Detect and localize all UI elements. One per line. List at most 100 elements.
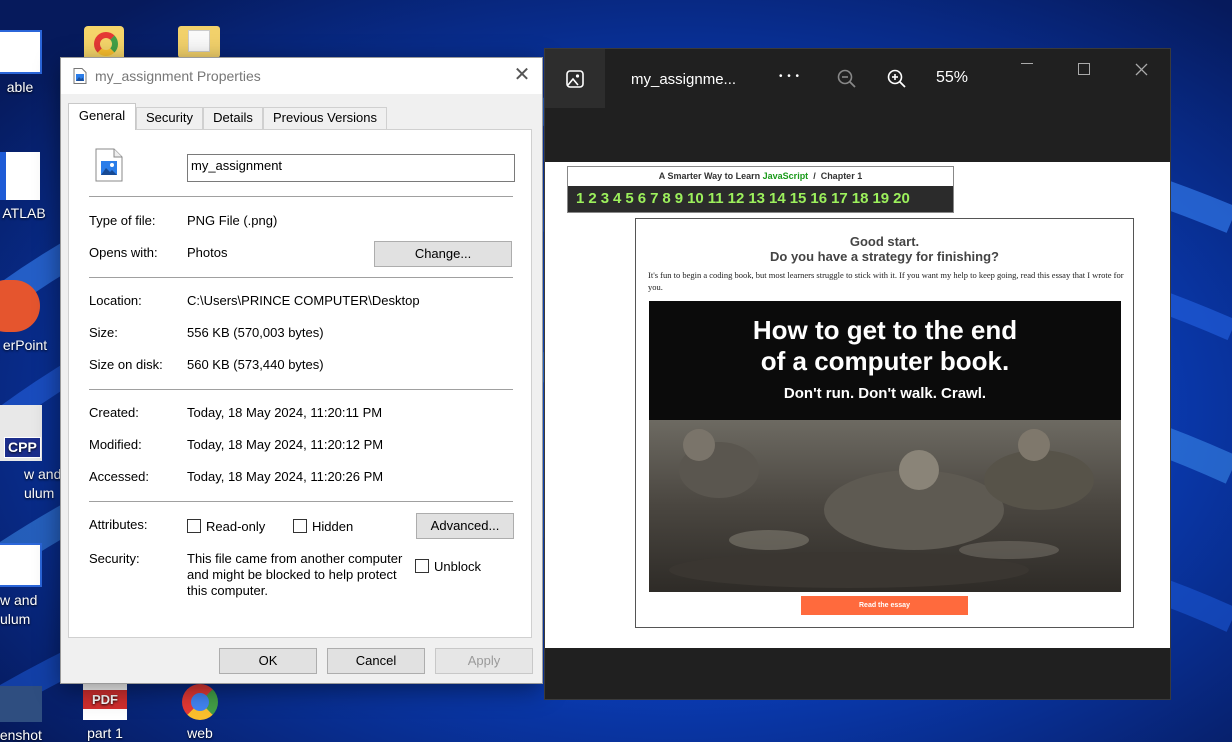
chapter-link[interactable]: 2 <box>588 186 596 212</box>
desktop-icon-screenshot[interactable]: eenshot <box>0 686 50 742</box>
close-icon[interactable]: ✕ <box>511 65 533 87</box>
powerpoint-icon <box>0 280 40 332</box>
security-text-line-3: this computer. <box>187 583 268 598</box>
maximize-icon[interactable] <box>1078 63 1090 75</box>
ok-button[interactable]: OK <box>219 648 317 674</box>
tab-previous-versions[interactable]: Previous Versions <box>263 107 387 129</box>
size-on-disk-label: Size on disk: <box>89 357 163 372</box>
opens-with-value: Photos <box>187 245 228 260</box>
png-file-icon <box>95 148 123 182</box>
book-header: A Smarter Way to Learn JavaScript / Chap… <box>567 166 954 213</box>
divider <box>89 389 513 390</box>
accessed-label: Accessed: <box>89 469 149 484</box>
size-label: Size: <box>89 325 118 340</box>
more-options-button[interactable]: • • • <box>779 71 800 82</box>
promo-card: Good start. Do you have a strategy for f… <box>635 218 1134 628</box>
displayed-image: A Smarter Way to Learn JavaScript / Chap… <box>545 162 1170 648</box>
filename-input[interactable]: my_assignment <box>187 154 515 182</box>
document-icon <box>0 543 42 587</box>
mud-crawl-photo <box>649 420 1121 592</box>
desktop-icon-web[interactable]: web <box>160 684 240 742</box>
location-label: Location: <box>89 293 142 308</box>
dialog-title: my_assignment Properties <box>95 68 261 84</box>
desktop-icon-cpp[interactable]: CPP w and ulum <box>0 405 61 503</box>
banner-line-2: of a computer book. <box>760 346 1010 376</box>
folder-icon <box>188 30 210 52</box>
chapter-link[interactable]: 6 <box>638 186 646 212</box>
readonly-label[interactable]: Read-only <box>206 519 265 534</box>
chapter-link[interactable]: 8 <box>662 186 670 212</box>
hidden-checkbox[interactable] <box>293 519 307 533</box>
unblock-label[interactable]: Unblock <box>434 559 481 574</box>
attributes-label: Attributes: <box>89 517 148 532</box>
promo-heading: Good start. <box>849 234 920 249</box>
desktop-icon-folder[interactable] <box>178 26 220 58</box>
chrome-icon <box>182 684 218 720</box>
banner-line-3: Don't run. Don't walk. Crawl. <box>783 385 987 402</box>
image-view-button[interactable] <box>545 49 605 108</box>
dialog-titlebar[interactable]: my_assignment Properties ✕ <box>61 58 542 94</box>
read-essay-button[interactable]: Read the essay <box>801 596 968 615</box>
chapter-link[interactable]: 16 <box>810 186 827 212</box>
chapter-link[interactable]: 11 <box>708 186 724 212</box>
pdf-icon: PDF <box>83 684 127 720</box>
chapter-link[interactable]: 9 <box>675 186 683 212</box>
change-button[interactable]: Change... <box>374 241 512 267</box>
hidden-label[interactable]: Hidden <box>312 519 353 534</box>
apply-button[interactable]: Apply <box>435 648 533 674</box>
readonly-checkbox[interactable] <box>187 519 201 533</box>
security-text-line-1: This file came from another computer <box>187 551 403 566</box>
chapter-link[interactable]: 3 <box>601 186 609 212</box>
close-icon[interactable] <box>1135 63 1148 76</box>
security-label: Security: <box>89 551 140 566</box>
chapter-link[interactable]: 20 <box>893 186 910 212</box>
desktop-icon-pdf-part1[interactable]: PDF part 1 <box>65 684 145 742</box>
divider <box>89 501 513 502</box>
desktop-icon-matlab[interactable]: ATLAB <box>0 152 50 223</box>
desktop-icon-curriculum[interactable]: w and ulum <box>0 543 50 629</box>
zoom-in-icon[interactable] <box>887 69 907 89</box>
zoom-out-icon[interactable] <box>837 69 857 89</box>
chapter-link[interactable]: 13 <box>748 186 765 212</box>
chapter-links: 1 2 3 4 5 6 7 8 9 10 11 12 13 14 15 16 17 18 19 20 <box>568 186 953 212</box>
chapter-link[interactable]: 15 <box>790 186 807 212</box>
image-icon <box>0 686 42 722</box>
cpp-icon: CPP <box>0 405 42 461</box>
chapter-link[interactable]: 7 <box>650 186 658 212</box>
modified-value: Today, 18 May 2024, 11:20:12 PM <box>187 437 384 452</box>
chapter-link[interactable]: 4 <box>613 186 621 212</box>
chapter-link[interactable]: 5 <box>625 186 633 212</box>
properties-dialog: my_assignment Properties ✕ General Secur… <box>60 57 543 684</box>
chapter-link[interactable]: 10 <box>687 186 704 212</box>
promo-subheading: Do you have a strategy for finishing? <box>770 249 999 264</box>
chapter-link[interactable]: 12 <box>728 186 745 212</box>
type-value: PNG File (.png) <box>187 213 278 228</box>
type-label: Type of file: <box>89 213 156 228</box>
divider <box>89 277 513 278</box>
minimize-icon[interactable] <box>1021 63 1033 64</box>
chapter-link[interactable]: 19 <box>872 186 889 212</box>
tab-security[interactable]: Security <box>136 107 203 129</box>
cancel-button[interactable]: Cancel <box>327 648 425 674</box>
desktop-icon-chrome-doc[interactable] <box>84 26 124 58</box>
chapter-link[interactable]: 18 <box>852 186 869 212</box>
general-panel: my_assignment Type of file: PNG File (.p… <box>68 129 532 638</box>
chapter-link[interactable]: 1 <box>576 186 584 212</box>
chapter-link[interactable]: 14 <box>769 186 786 212</box>
accessed-value: Today, 18 May 2024, 11:20:26 PM <box>187 469 384 484</box>
security-text-line-2: and might be blocked to help protect <box>187 567 397 582</box>
word-icon <box>0 152 40 200</box>
unblock-checkbox[interactable] <box>415 559 429 573</box>
banner-line-1: How to get to the end <box>752 315 1018 345</box>
advanced-button[interactable]: Advanced... <box>416 513 514 539</box>
essay-banner: How to get to the end of a computer book… <box>649 301 1121 592</box>
divider <box>89 196 513 197</box>
created-value: Today, 18 May 2024, 11:20:11 PM <box>187 405 383 420</box>
desktop-icon-table[interactable]: able <box>0 30 50 97</box>
document-icon <box>0 30 42 74</box>
desktop-icon-powerpoint[interactable]: erPoint <box>0 280 50 355</box>
chapter-link[interactable]: 17 <box>831 186 848 212</box>
size-on-disk-value: 560 KB (573,440 bytes) <box>187 357 324 372</box>
tab-details[interactable]: Details <box>203 107 263 129</box>
tab-general[interactable]: General <box>68 103 136 130</box>
